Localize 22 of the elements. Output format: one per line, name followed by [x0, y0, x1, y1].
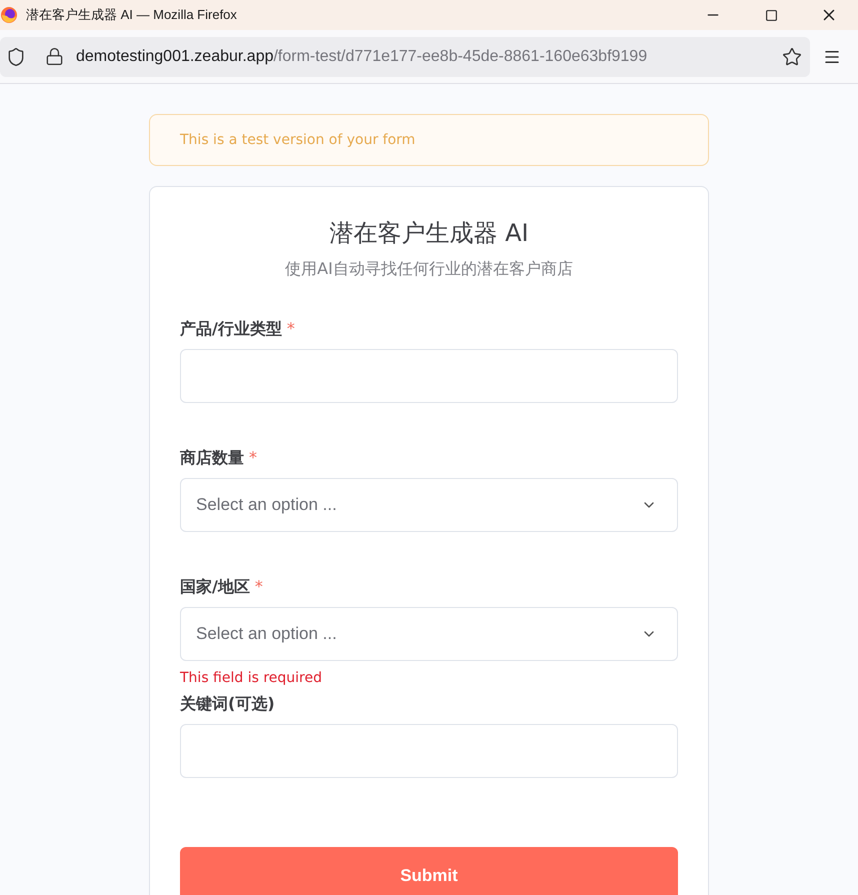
required-mark: * [286, 319, 295, 338]
required-mark: * [249, 448, 257, 467]
field-label: 产品/行业类型 * [180, 319, 295, 340]
error-message: This field is required [180, 670, 322, 686]
submit-button[interactable]: Submit [180, 847, 678, 895]
firefox-logo-icon [0, 6, 18, 24]
required-mark: * [254, 577, 263, 596]
star-icon[interactable] [782, 46, 802, 66]
notice-text: This is a test version of your form [180, 132, 416, 148]
url-text: demotesting001.zeabur.app/form-test/d771e177-ee8b-45de-8861-160e63bf9199 [76, 48, 648, 66]
select-field[interactable]: Select an option ... [180, 478, 678, 532]
form-subtitle: 使用AI自动寻找任何行业的潜在客户商店 [285, 259, 573, 280]
text-field[interactable] [180, 724, 678, 778]
maximize-icon[interactable] [764, 8, 778, 22]
form-title: 潜在客户生成器 AI [328, 218, 530, 249]
window-title: 潜在客户生成器 AI — Mozilla Firefox [26, 6, 238, 24]
field-label: 关键词(可选) [180, 694, 275, 715]
address-bar[interactable]: demotesting001.zeabur.app/form-test/d771e177-ee8b-45de-8861-160e63bf9199 [0, 36, 810, 76]
select-field[interactable]: Select an option ... [180, 607, 678, 661]
text-field[interactable] [180, 349, 678, 403]
field-label: 国家/地区 * [180, 577, 263, 598]
field-label: 商店数量 * [180, 448, 257, 469]
